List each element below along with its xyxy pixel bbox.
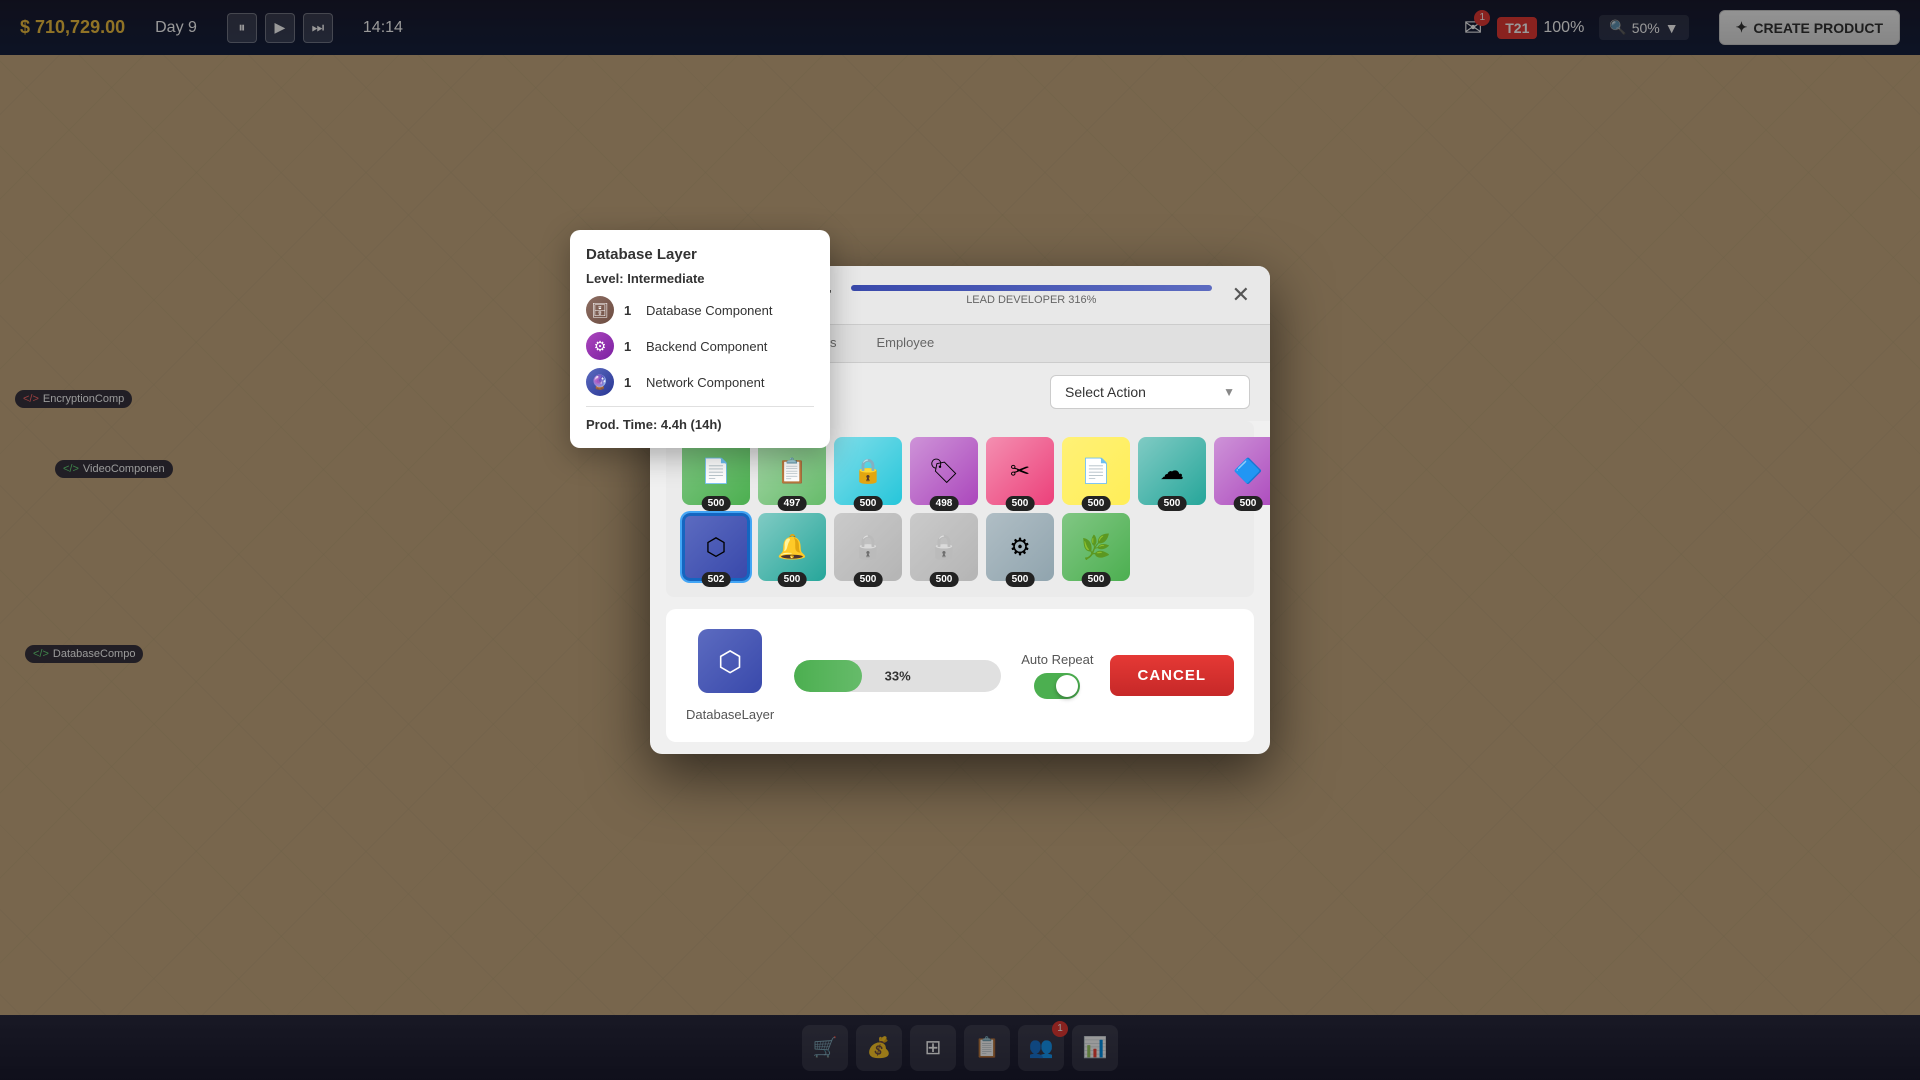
select-action-dropdown[interactable]: Select Action ▼ [1050,375,1250,409]
database-component-name: Database Component [646,303,772,318]
network-component-name: Network Component [646,375,765,390]
component-page[interactable]: 📄 500 [1062,437,1130,505]
component-locked2-icon: 🔒 [910,513,978,581]
component-gear[interactable]: ⚙ 500 [986,513,1054,581]
progress-fill [794,660,862,692]
component-locked1[interactable]: 🔒 500 [834,513,902,581]
component-cloud-icon: ☁ [1138,437,1206,505]
backend-count: 1 [624,339,636,354]
component-locked2[interactable]: 🔒 500 [910,513,978,581]
component-plant-badge: 500 [1082,572,1111,587]
component-bell[interactable]: 🔔 500 [758,513,826,581]
component-plant[interactable]: 🌿 500 [1062,513,1130,581]
backend-component-name: Backend Component [646,339,767,354]
component-tag-icon: 🏷 [910,437,978,505]
auto-repeat-toggle[interactable] [1034,673,1080,699]
component-lock[interactable]: 🔒 500 [834,437,902,505]
tooltip-time: Prod. Time: 4.4h (14h) [586,417,814,432]
component-page-badge: 500 [1082,496,1111,511]
component-locked2-badge: 500 [930,572,959,587]
component-cut[interactable]: ✂ 500 [986,437,1054,505]
component-lock-icon: 🔒 [834,437,902,505]
component-hex-badge: 500 [1234,496,1263,511]
progress-section: ⬡ DatabaseLayer 33% Auto Repeat CANCEL [666,609,1254,742]
modal-overlay: Jeremy Weaver LEAD DEVELOPER 316% ✕ Lead… [0,0,1920,1080]
component-lock-badge: 500 [854,496,883,511]
level-label: Level: [586,271,624,286]
progress-bar: 33% [794,660,1001,692]
tooltip-item-database: 🗄 1 Database Component [586,296,814,324]
prod-time-value: 4.4h [661,417,687,432]
network-count: 1 [624,375,636,390]
dropdown-arrow-icon: ▼ [1223,385,1235,399]
cancel-button[interactable]: CANCEL [1110,655,1235,696]
component-gear-badge: 500 [1006,572,1035,587]
backend-component-icon: ⚙ [586,332,614,360]
progress-item-label: DatabaseLayer [686,707,774,722]
network-component-icon: 🔮 [586,368,614,396]
component-file-badge: 497 [778,496,807,511]
xp-bar-label: LEAD DEVELOPER 316% [851,294,1212,306]
component-bell-icon: 🔔 [758,513,826,581]
component-locked1-badge: 500 [854,572,883,587]
tooltip-title: Database Layer [586,246,814,263]
component-database-layer[interactable]: ⬡ 502 [682,513,750,581]
component-cloud[interactable]: ☁ 500 [1138,437,1206,505]
database-component-icon: 🗄 [586,296,614,324]
tab-employee[interactable]: Employee [856,325,954,362]
component-cloud-badge: 500 [1158,496,1187,511]
component-page-icon: 📄 [1062,437,1130,505]
component-hex-icon: 🔷 [1214,437,1270,505]
level-value: Intermediate [627,271,704,286]
progress-item-icon: ⬡ [698,629,762,693]
progress-bar-area: 33% [794,660,1001,692]
component-tag-badge: 498 [930,496,959,511]
tooltip-item-backend: ⚙ 1 Backend Component [586,332,814,360]
component-database-icon: ⬡ [682,513,750,581]
component-cut-badge: 500 [1006,496,1035,511]
component-hex[interactable]: 🔷 500 [1214,437,1270,505]
prod-time-label: Prod. Time: [586,417,657,432]
prod-time-alt: (14h) [691,417,722,432]
tooltip-level: Level: Intermediate [586,271,814,286]
progress-percent: 33% [885,668,911,683]
component-doc-badge: 500 [702,496,731,511]
component-bell-badge: 500 [778,572,807,587]
component-cut-icon: ✂ [986,437,1054,505]
component-locked1-icon: 🔒 [834,513,902,581]
tooltip-item-network: 🔮 1 Network Component [586,368,814,396]
component-gear-icon: ⚙ [986,513,1054,581]
component-plant-icon: 🌿 [1062,513,1130,581]
auto-repeat-label: Auto Repeat [1021,652,1093,667]
select-action-label: Select Action [1065,384,1146,400]
database-count: 1 [624,303,636,318]
progress-actions: Auto Repeat CANCEL [1021,652,1234,699]
component-database-badge: 502 [702,572,731,587]
close-button[interactable]: ✕ [1232,284,1250,306]
tooltip-divider [586,406,814,407]
tooltip-popup: Database Layer Level: Intermediate 🗄 1 D… [570,230,830,448]
component-tag[interactable]: 🏷 498 [910,437,978,505]
